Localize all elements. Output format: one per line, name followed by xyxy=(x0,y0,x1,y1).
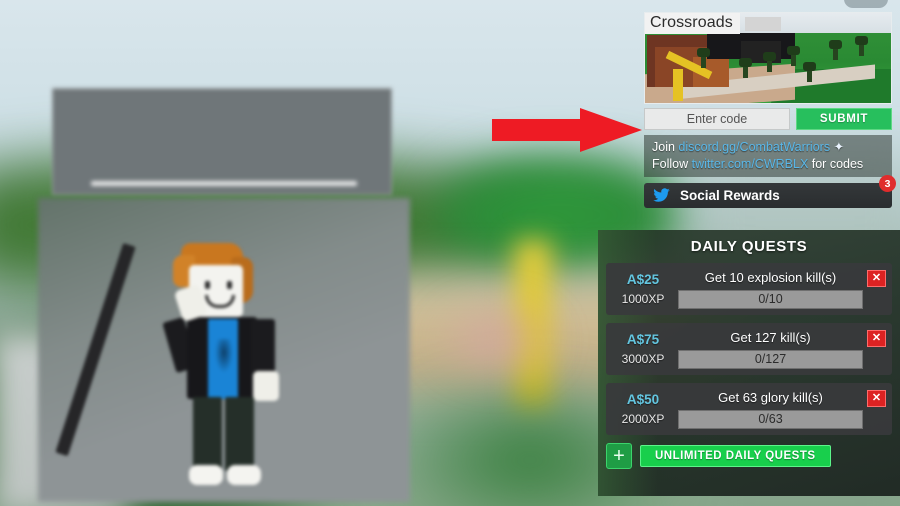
social-rewards-button[interactable]: Social Rewards 3 xyxy=(644,175,896,208)
map-thumbnail-image: Crossroads xyxy=(644,12,892,104)
quest-description: Get 63 glory kill(s) xyxy=(718,389,823,405)
social-rewards-badge: 3 xyxy=(879,175,896,192)
character-arm-right xyxy=(251,319,275,377)
thumb-tree xyxy=(855,36,868,56)
character-eye-right xyxy=(227,281,232,289)
thumb-tree xyxy=(787,46,800,66)
twitter-bird-icon xyxy=(653,188,670,202)
daily-quests-title: DAILY QUESTS xyxy=(690,238,808,255)
quest-cash-reward: A$25 xyxy=(626,272,660,287)
quest-rewards: A$50 2000XP xyxy=(612,392,674,426)
top-right-pill-button[interactable] xyxy=(844,0,888,8)
sparkle-icon: ✦ xyxy=(833,140,845,154)
thumb-tree xyxy=(829,40,842,60)
map-name-label: Crossroads xyxy=(645,13,740,34)
code-input[interactable]: Enter code xyxy=(644,108,790,130)
social-links-block: Join discord.gg/CombatWarriors ✦ Follow … xyxy=(644,135,892,177)
quest-row[interactable]: A$50 2000XP Get 63 glory kill(s) 0/63 ✕ xyxy=(606,383,892,435)
character-shirt-logo xyxy=(215,339,233,373)
thumb-tree xyxy=(763,52,776,72)
quest-skip-button[interactable]: ✕ xyxy=(867,270,886,287)
quest-skip-button[interactable]: ✕ xyxy=(867,390,886,407)
quest-progress-bar: 0/10 xyxy=(678,289,863,309)
thumb-tree xyxy=(739,58,752,78)
code-redeem-row: Enter code SUBMIT xyxy=(644,108,892,130)
panel-strip xyxy=(91,181,357,186)
blurred-grey-panel-top xyxy=(52,88,392,195)
quest-body: Get 127 kill(s) 0/127 xyxy=(678,330,863,369)
daily-quests-panel: DAILY QUESTS A$25 1000XP Get 10 explosio… xyxy=(598,230,900,496)
arrow-head xyxy=(580,108,642,152)
character-hand-right xyxy=(253,371,279,401)
right-ui-column: Crossroads Enter code SUBMIT Join discor… xyxy=(644,0,896,208)
roblox-character-avatar xyxy=(55,242,305,488)
quest-description: Get 127 kill(s) xyxy=(730,329,811,345)
quest-progress-bar: 0/127 xyxy=(678,349,863,369)
map-thumbnail-card: Crossroads xyxy=(644,12,896,104)
thumb-tree xyxy=(803,62,816,82)
character-eye-left xyxy=(205,281,210,289)
thumb-yellow-post xyxy=(673,69,683,101)
annotation-arrow-icon xyxy=(492,108,642,152)
quest-xp-reward: 2000XP xyxy=(621,412,665,426)
quest-list: A$25 1000XP Get 10 explosion kill(s) 0/1… xyxy=(598,263,900,435)
thumb-building-white xyxy=(745,17,781,31)
discord-link[interactable]: discord.gg/CombatWarriors xyxy=(678,140,830,154)
twitter-line: Follow twitter.com/CWRBLX for codes xyxy=(652,156,892,173)
quests-footer: + UNLIMITED DAILY QUESTS xyxy=(598,443,900,469)
follow-label: Follow xyxy=(652,156,692,171)
quest-progress-bar: 0/63 xyxy=(678,409,863,429)
social-rewards-label: Social Rewards xyxy=(680,188,780,203)
quest-rewards: A$25 1000XP xyxy=(612,272,674,306)
quest-body: Get 63 glory kill(s) 0/63 xyxy=(678,390,863,429)
quest-row[interactable]: A$75 3000XP Get 127 kill(s) 0/127 ✕ xyxy=(606,323,892,375)
quest-skip-button[interactable]: ✕ xyxy=(867,330,886,347)
quest-cash-reward: A$75 xyxy=(626,332,660,347)
character-leg-right xyxy=(225,397,254,471)
quest-xp-reward: 1000XP xyxy=(621,292,665,306)
character-shoe-right xyxy=(227,465,261,485)
join-label: Join xyxy=(652,140,679,154)
thumb-tree xyxy=(697,48,710,68)
background-object xyxy=(430,300,560,380)
quest-cash-reward: A$50 xyxy=(626,392,660,407)
arrow-tail xyxy=(492,119,590,141)
quest-row[interactable]: A$25 1000XP Get 10 explosion kill(s) 0/1… xyxy=(606,263,892,315)
character-leg-left xyxy=(193,397,222,471)
quest-rewards: A$75 3000XP xyxy=(612,332,674,366)
for-codes-label: for codes xyxy=(808,156,864,171)
unlimited-daily-quests-button[interactable]: UNLIMITED DAILY QUESTS xyxy=(640,445,831,467)
quest-body: Get 10 explosion kill(s) 0/10 xyxy=(678,270,863,309)
twitter-link[interactable]: twitter.com/CWRBLX xyxy=(692,157,809,171)
character-shoe-left xyxy=(189,465,223,485)
quest-description: Get 10 explosion kill(s) xyxy=(704,269,837,285)
submit-button[interactable]: SUBMIT xyxy=(796,108,892,130)
discord-line: Join discord.gg/CombatWarriors ✦ xyxy=(652,139,892,156)
add-quest-button[interactable]: + xyxy=(606,443,632,469)
quest-xp-reward: 3000XP xyxy=(621,352,665,366)
